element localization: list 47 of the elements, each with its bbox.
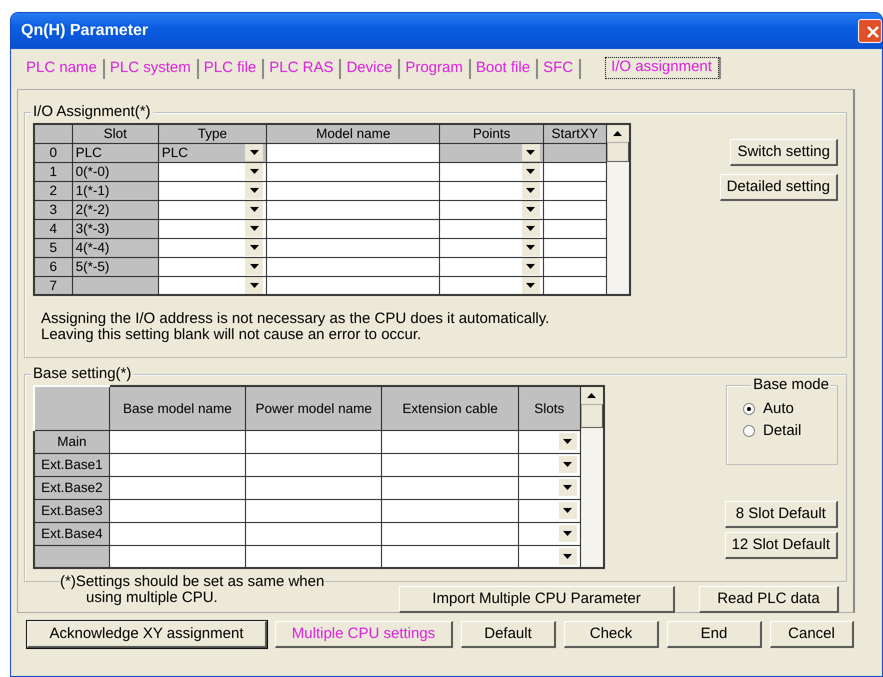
slot-cell: 1(*-1) (72, 181, 158, 200)
dialog-button[interactable]: Check (564, 621, 659, 648)
slot-cell: PLC (72, 143, 158, 162)
column-header: Slots (518, 386, 580, 430)
radio-option[interactable]: Detail (743, 420, 829, 442)
default-button[interactable]: 12 Slot Default (724, 532, 838, 559)
row-number: 7 (34, 276, 72, 295)
dialog-button[interactable]: Acknowledge XY assignment (27, 621, 267, 648)
slot-cell: 0(*-0) (72, 162, 158, 181)
row-number: 5 (34, 238, 72, 257)
group-title: I/O Assignment(*) (31, 103, 153, 121)
column-header: Model name (266, 124, 440, 143)
slot-cell: 3(*-3) (72, 219, 158, 238)
slot-cell: 4(*-4) (72, 238, 158, 257)
column-header: Type (158, 124, 267, 143)
row-header: Ext.Base3 (34, 499, 110, 522)
cell-value: PLC (162, 144, 188, 161)
radio-option[interactable]: Auto (743, 398, 829, 420)
dialog-button[interactable]: Cancel (770, 621, 854, 648)
dialog-button[interactable]: Default (461, 621, 556, 648)
footnote: (*)Settings should be set as same when using multiple CPU. (60, 574, 324, 606)
row-header: Ext.Base4 (34, 522, 110, 545)
row-number: 1 (34, 162, 72, 181)
column-header: Extension cable (382, 386, 518, 430)
column-header: Power model name (246, 386, 382, 430)
row-header: Ext.Base1 (34, 453, 110, 476)
action-button[interactable]: Import Multiple CPU Parameter (399, 586, 675, 613)
row-number: 6 (34, 257, 72, 276)
default-button[interactable]: 8 Slot Default (724, 501, 838, 528)
row-number: 0 (34, 143, 72, 162)
column-header: Base model name (109, 386, 246, 430)
row-number: 4 (34, 219, 72, 238)
column-header: StartXY (543, 124, 606, 143)
group-title: Base setting(*) (31, 365, 134, 383)
row-number: 2 (34, 181, 72, 200)
action-button[interactable]: Read PLC data (699, 586, 839, 613)
row-number: 3 (34, 200, 72, 219)
column-header: Slot (72, 124, 158, 143)
dialog-button[interactable]: End (667, 621, 762, 648)
row-header: Main (34, 430, 110, 453)
window-title: Qn(H) Parameter (21, 21, 148, 41)
slot-cell: 2(*-2) (72, 200, 158, 219)
slot-cell: 5(*-5) (72, 257, 158, 276)
column-header: Points (440, 124, 544, 143)
row-header: Ext.Base2 (34, 476, 110, 499)
setting-button[interactable]: Switch setting (730, 139, 838, 166)
setting-button[interactable]: Detailed setting (720, 174, 838, 201)
